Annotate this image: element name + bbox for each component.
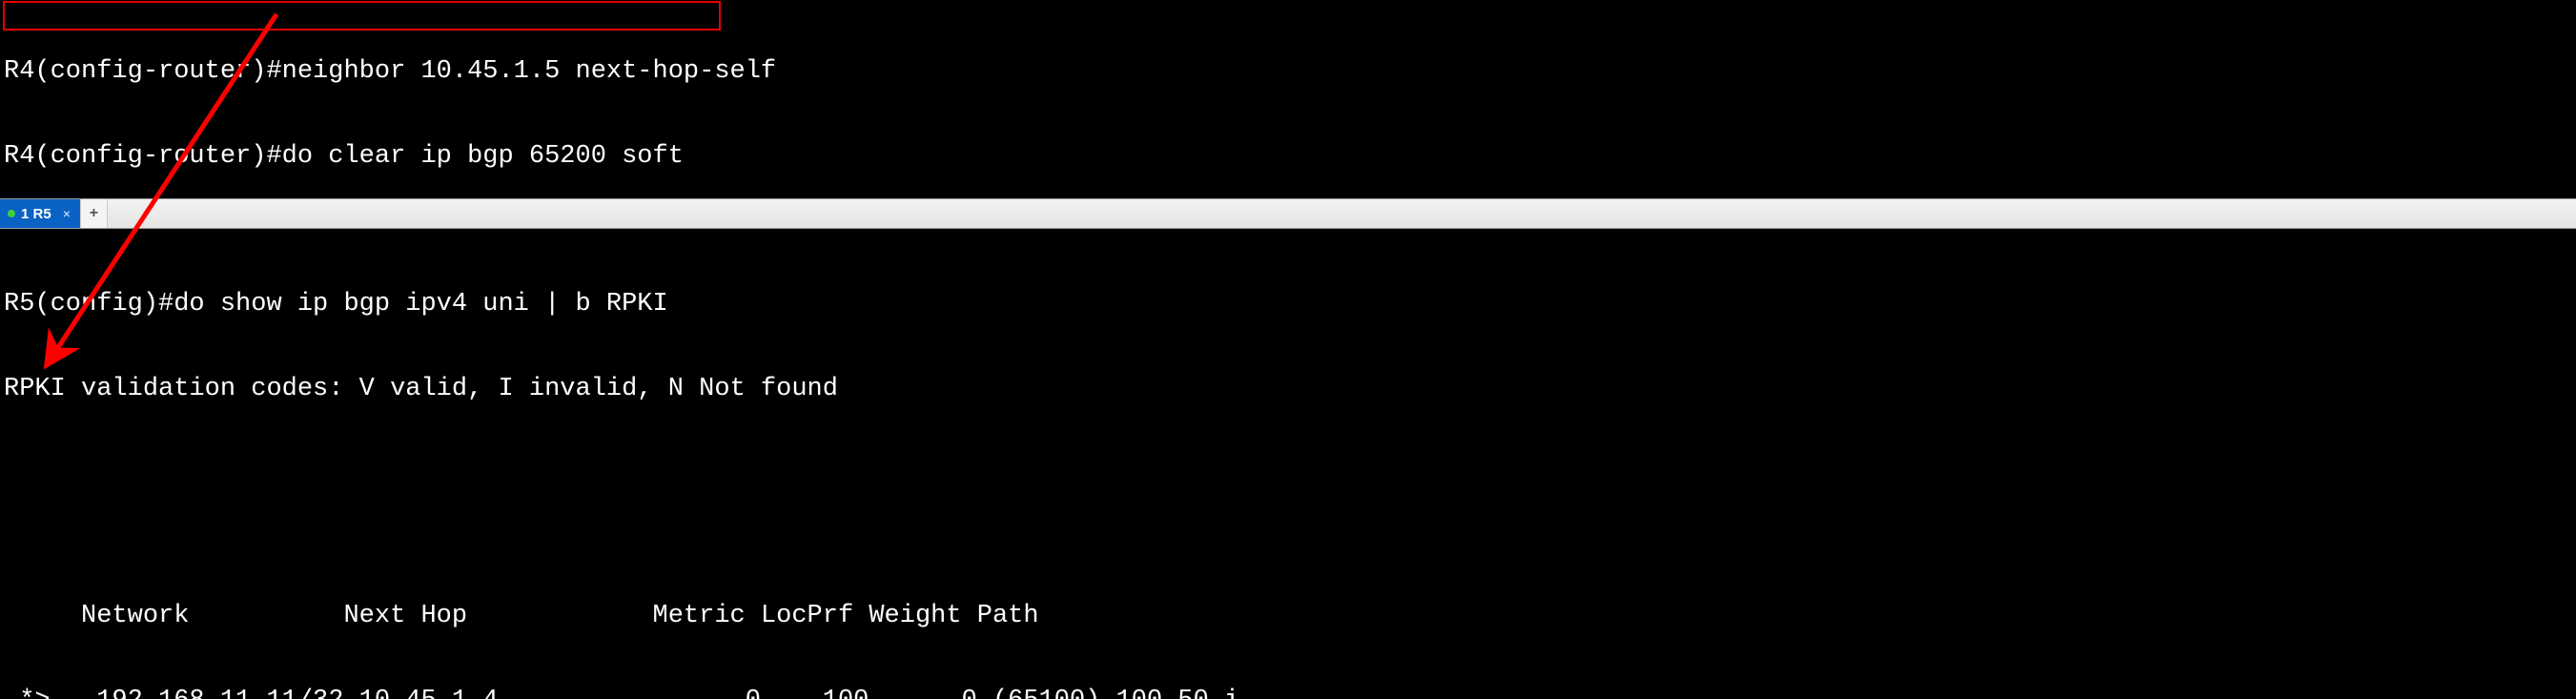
terminal-output-r5: R5(config)#do show ip bgp ipv4 uni | b R… xyxy=(4,235,2572,699)
blank-line xyxy=(4,462,2572,490)
cli-line: RPKI validation codes: V valid, I invali… xyxy=(4,376,2572,404)
bgp-table: Network Next Hop Metric LocPrf Weight Pa… xyxy=(4,546,2572,699)
table-row: *> 192.168.11.11/32 10.45.1.4 0 100 0 (6… xyxy=(4,688,2572,699)
cli-line: R5(config)#do show ip bgp ipv4 uni | b R… xyxy=(4,291,2572,319)
terminal-pane-r4[interactable]: R4(config-router)#neighbor 10.45.1.5 nex… xyxy=(0,0,2576,198)
cli-line: R4(config-router)#neighbor 10.45.1.5 nex… xyxy=(4,58,2572,87)
terminal-pane-r5[interactable]: R5(config)#do show ip bgp ipv4 uni | b R… xyxy=(0,229,2576,699)
bgp-header: Network Next Hop Metric LocPrf Weight Pa… xyxy=(4,603,2572,631)
cli-line: R4(config-router)#do clear ip bgp 65200 … xyxy=(4,143,2572,172)
